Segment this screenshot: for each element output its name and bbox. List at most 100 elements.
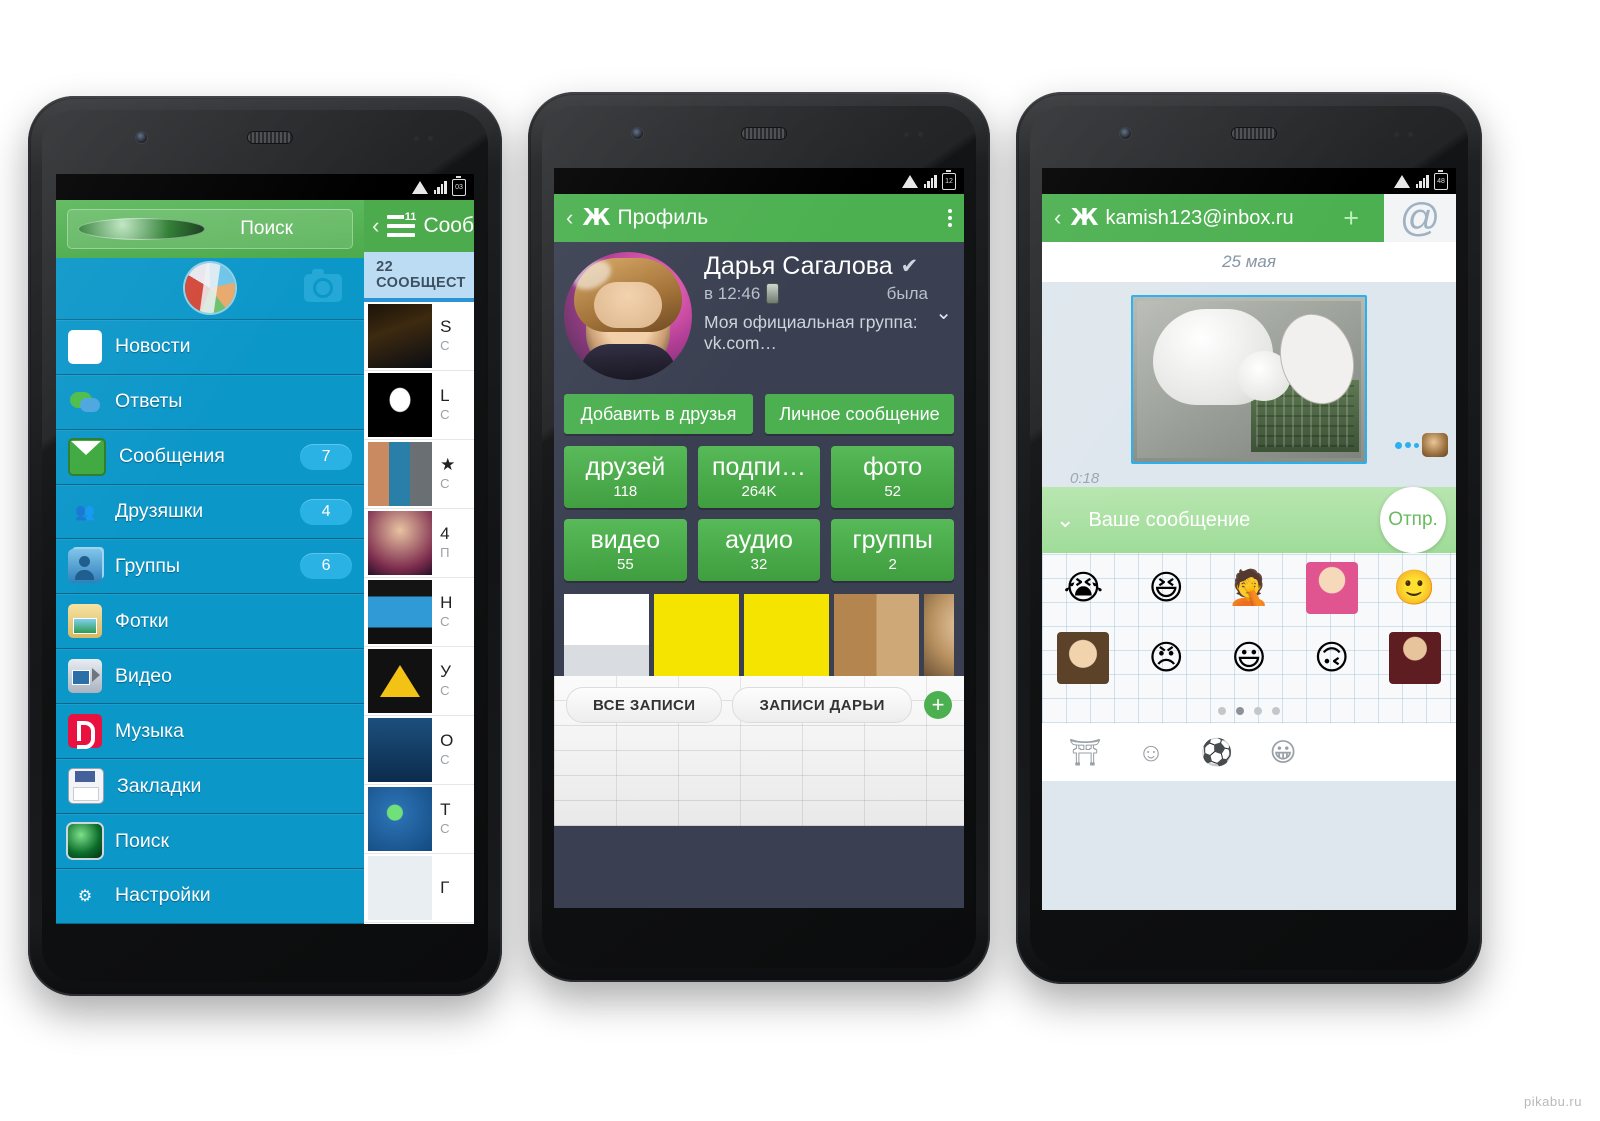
stat-groups[interactable]: группы 2 <box>831 519 954 581</box>
profile-avatar[interactable] <box>564 252 692 380</box>
list-item[interactable]: У С <box>364 647 474 716</box>
list-item[interactable]: 4 П <box>364 509 474 578</box>
profile-actions: Добавить в друзья Личное сообщение <box>564 394 954 434</box>
sticker-page-dots[interactable] <box>1042 707 1456 715</box>
add-friend-button[interactable]: Добавить в друзья <box>564 394 753 434</box>
photo-thumb[interactable] <box>564 594 649 676</box>
profile-photo-strip[interactable] <box>564 594 954 676</box>
phone1-status-bar: 03 <box>56 174 474 200</box>
sidebar-item-search[interactable]: Поиск <box>56 814 365 870</box>
back-chevron-icon[interactable]: ‹ <box>566 205 573 231</box>
battery-icon: 12 <box>942 169 956 190</box>
sidebar-item-groups[interactable]: Группы 6 <box>56 539 365 595</box>
phone1-content: Поиск CNN Новости Ответы Сообщения 7 👥 Д… <box>56 200 474 924</box>
send-button[interactable]: Отпр. <box>1380 487 1446 553</box>
tab-owner-posts[interactable]: ЗАПИСИ ДАРЬИ <box>732 687 912 723</box>
sidebar-item-messages[interactable]: Сообщения 7 <box>56 430 365 485</box>
last-seen-time: в 12:46 <box>704 283 761 303</box>
tab-all-posts[interactable]: ВСЕ ЗАПИСИ <box>566 687 723 723</box>
send-message-button[interactable]: Личное сообщение <box>765 394 954 434</box>
community-sub: С <box>440 752 450 767</box>
profile-name-text: Дарья Сагалова <box>704 252 893 280</box>
list-item[interactable]: Г <box>364 854 474 923</box>
mail-at-icon[interactable]: @ <box>1384 194 1456 242</box>
chevron-down-icon[interactable]: ⌄ <box>1056 507 1074 533</box>
floppy-disk-icon <box>68 768 104 805</box>
sticker-not-bad-obama-face[interactable]: 🙂 <box>1389 562 1441 614</box>
wall-section: ВСЕ ЗАПИСИ ЗАПИСИ ДАРЬИ + <box>554 676 964 826</box>
add-attachment-button[interactable]: + <box>1343 204 1375 232</box>
stat-videos[interactable]: видео 55 <box>564 519 687 581</box>
hamburger-menu-icon[interactable]: 11 <box>387 211 418 237</box>
phone-device-3: 48 ‹ Ж kamish123@inbox.ru + @ 25 мая 0:1… <box>1016 92 1482 984</box>
fireball-icon[interactable]: ⚽ <box>1200 735 1234 769</box>
sticker-challenge-accepted-face[interactable]: 🙃 <box>1306 632 1358 684</box>
community-sub: С <box>440 338 450 353</box>
sidebar-item-news[interactable]: CNN Новости <box>56 320 365 375</box>
stat-key: друзей <box>585 452 666 481</box>
stat-photos[interactable]: фото 52 <box>831 446 954 508</box>
stat-audio[interactable]: аудио 32 <box>697 519 821 581</box>
sticker-angry-rage-face[interactable]: 😠 <box>1140 632 1192 684</box>
cat-image <box>1153 309 1291 405</box>
sticker-me-gusta-face[interactable]: 😃 <box>1223 632 1275 684</box>
sidebar-item-photos[interactable]: Фотки <box>56 594 365 650</box>
search-input[interactable]: Поиск <box>67 209 354 249</box>
photo-thumb[interactable] <box>654 594 739 676</box>
sidebar-item-music[interactable]: Музыка <box>56 704 365 760</box>
list-item[interactable]: О С <box>364 716 474 785</box>
sidebar-item-settings[interactable]: ⚙ Настройки <box>56 869 365 924</box>
mobile-phone-icon <box>766 283 780 304</box>
communities-peek-panel: ‹ 11 Сооб 22 СООБЩЕСТ S С L С ★ С 4 П Н … <box>364 200 474 924</box>
chevron-down-icon[interactable]: ⌄ <box>935 300 952 325</box>
profile-stats-grid: друзей 118 подпи… 264K фото 52 видео 55 … <box>564 446 954 581</box>
sidebar-item-video[interactable]: Видео <box>56 649 365 705</box>
sidebar-item-friends[interactable]: 👥 Друзяшки 4 <box>56 485 365 540</box>
sticker-girl-what-photo[interactable] <box>1305 562 1358 614</box>
stat-subscribers[interactable]: подпи… 264K <box>697 446 821 508</box>
sticker-yao-ming-face[interactable]: 😆 <box>1140 562 1192 614</box>
sticker-surprised-boy-photo[interactable] <box>1057 632 1110 684</box>
stat-value: 264K <box>741 482 777 500</box>
sticker-crying-rage-face[interactable]: 😭 <box>1057 562 1109 614</box>
sticker-man-in-red-photo[interactable] <box>1388 632 1441 684</box>
light-sensor <box>428 136 433 141</box>
back-chevron-icon[interactable]: ‹ <box>1054 205 1061 231</box>
sticker-facepalm-face[interactable]: 🤦 <box>1223 562 1275 614</box>
drawer-avatar-row[interactable] <box>56 258 365 320</box>
list-item[interactable]: S С <box>364 302 474 371</box>
list-item[interactable]: Т С <box>364 785 474 854</box>
list-item[interactable]: L С <box>364 371 474 440</box>
communities-list[interactable]: S С L С ★ С 4 П Н С У С О С Т С Г <box>364 302 474 924</box>
status-badge: 6 <box>300 553 353 580</box>
community-title: Н <box>440 593 453 612</box>
sticker-grid: 😭 😆 🤦 🙂 😠 😃 🙃 <box>1042 553 1456 693</box>
list-item[interactable]: ★ С <box>364 440 474 509</box>
photo-thumb[interactable] <box>924 594 954 676</box>
photo-message[interactable] <box>1131 295 1367 464</box>
sidebar-item-bookmarks[interactable]: Закладки <box>56 759 365 815</box>
community-thumb <box>368 511 433 575</box>
avatar[interactable] <box>185 263 236 314</box>
community-title: Т <box>440 800 451 819</box>
wifi-icon <box>411 180 429 194</box>
watermark: pikabu.ru <box>1524 1094 1582 1109</box>
beats-music-icon <box>68 714 102 750</box>
kebab-menu-icon[interactable] <box>948 209 952 227</box>
emoji-icon[interactable]: ☺ <box>1134 735 1168 769</box>
sticker-store-icon[interactable]: ⛩ <box>1068 735 1102 769</box>
sidebar-item-answers[interactable]: Ответы <box>56 375 365 430</box>
list-item[interactable]: Н С <box>364 578 474 647</box>
stat-friends[interactable]: друзей 118 <box>564 446 687 508</box>
photo-thumb[interactable] <box>834 594 919 676</box>
front-camera-icon <box>632 128 643 139</box>
community-thumb <box>368 787 433 851</box>
add-post-button[interactable]: + <box>924 691 952 719</box>
community-sub: П <box>440 545 450 560</box>
sidebar-item-label: Настройки <box>115 884 211 907</box>
troll-face-icon[interactable]: 😀 <box>1266 735 1300 769</box>
phone2-status-bar: 12 <box>554 168 964 194</box>
photo-thumb[interactable] <box>744 594 829 676</box>
camera-icon[interactable] <box>304 269 343 303</box>
back-chevron-icon[interactable]: ‹ <box>372 213 379 239</box>
